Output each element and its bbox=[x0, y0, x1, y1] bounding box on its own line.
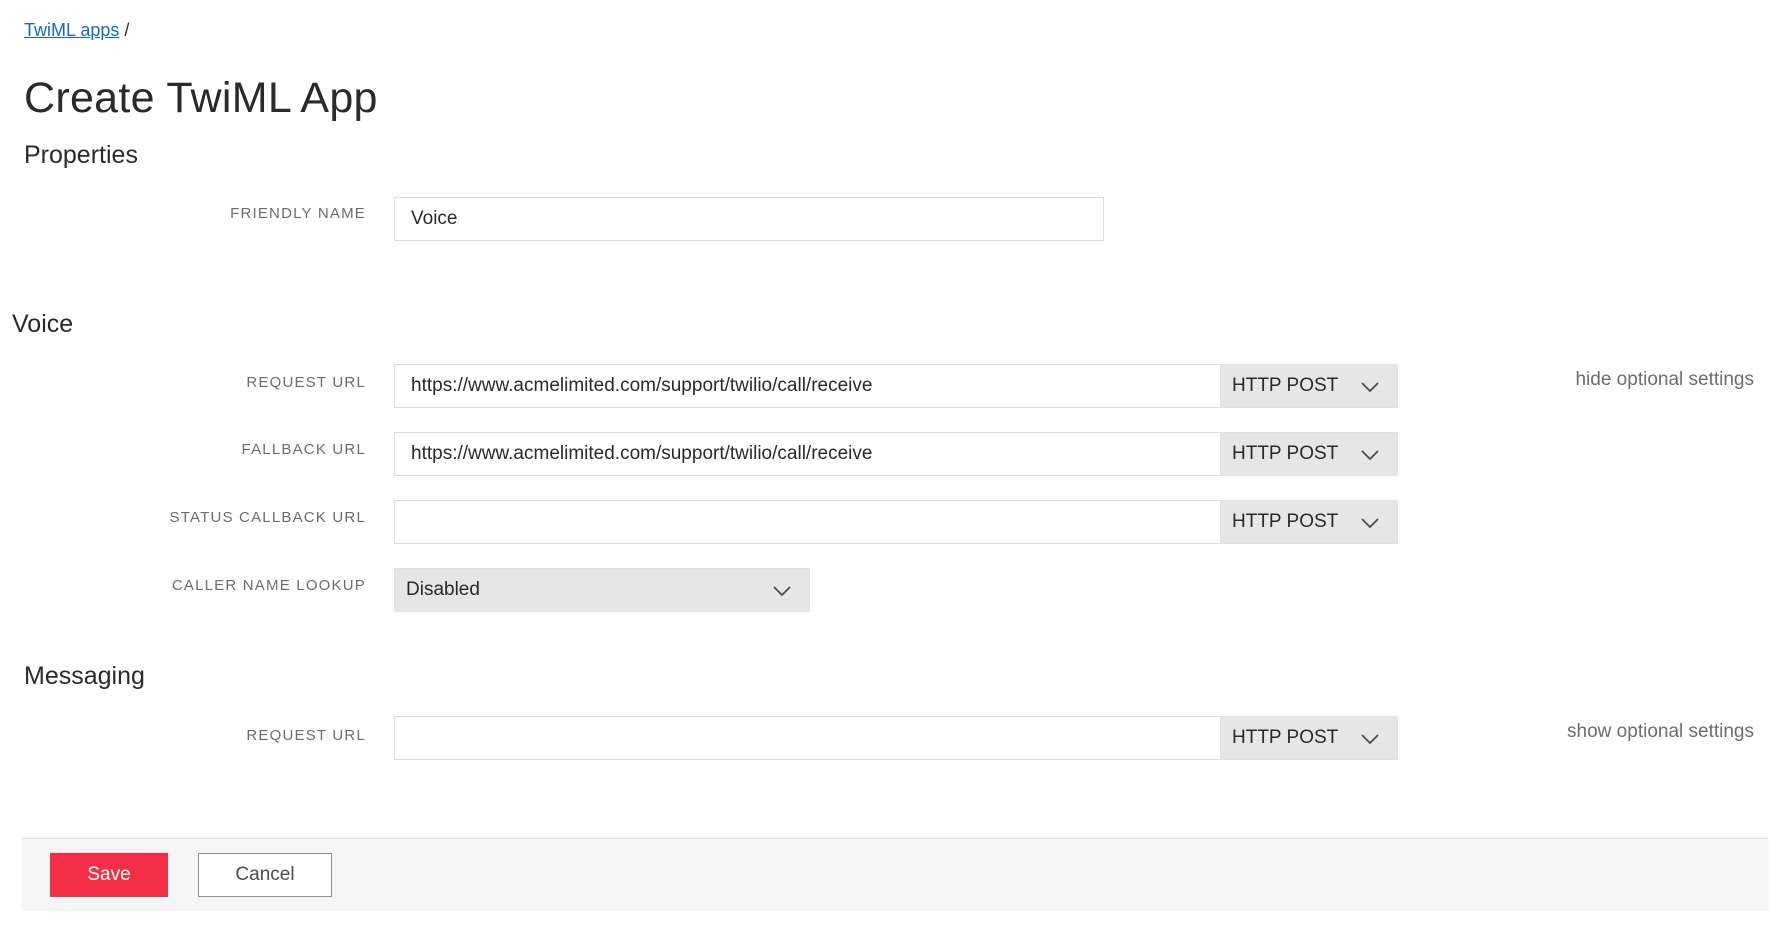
voice-status-callback-url-input[interactable] bbox=[394, 500, 1222, 544]
voice-fallback-method-value: HTTP POST bbox=[1232, 443, 1339, 464]
voice-status-callback-url-label: STATUS CALLBACK URL bbox=[169, 509, 366, 526]
footer-action-bar: Save Cancel bbox=[22, 838, 1768, 911]
friendly-name-label: FRIENDLY NAME bbox=[230, 205, 366, 222]
caller-name-lookup-select[interactable]: Disabled bbox=[394, 568, 810, 612]
section-title-messaging: Messaging bbox=[24, 662, 145, 690]
voice-request-url-label: REQUEST URL bbox=[246, 374, 366, 391]
breadcrumb: TwiML apps / bbox=[24, 20, 129, 41]
cancel-button[interactable]: Cancel bbox=[198, 853, 332, 897]
show-optional-settings-link[interactable]: show optional settings bbox=[1567, 721, 1754, 743]
voice-request-method-select[interactable]: HTTP POST bbox=[1220, 364, 1398, 408]
caller-name-lookup-label: CALLER NAME LOOKUP bbox=[171, 577, 366, 594]
hide-optional-settings-link[interactable]: hide optional settings bbox=[1575, 369, 1754, 391]
messaging-request-method-select[interactable]: HTTP POST bbox=[1220, 716, 1398, 760]
messaging-request-url-input[interactable] bbox=[394, 716, 1222, 760]
messaging-request-url-label: REQUEST URL bbox=[246, 727, 366, 744]
chevron-down-icon bbox=[1361, 518, 1379, 529]
caller-name-lookup-value: Disabled bbox=[406, 579, 480, 600]
voice-fallback-method-select[interactable]: HTTP POST bbox=[1220, 432, 1398, 476]
breadcrumb-separator: / bbox=[124, 20, 130, 40]
section-title-properties: Properties bbox=[24, 141, 138, 169]
section-title-voice: Voice bbox=[12, 310, 74, 338]
breadcrumb-link-twiml-apps[interactable]: TwiML apps bbox=[24, 20, 119, 40]
chevron-down-icon bbox=[773, 586, 791, 597]
chevron-down-icon bbox=[1361, 734, 1379, 745]
voice-request-method-value: HTTP POST bbox=[1232, 375, 1339, 396]
voice-fallback-url-input[interactable] bbox=[394, 432, 1222, 476]
create-twiml-app-page: TwiML apps / Create TwiML App Properties … bbox=[0, 0, 1782, 934]
friendly-name-input[interactable] bbox=[394, 197, 1104, 241]
voice-status-callback-method-select[interactable]: HTTP POST bbox=[1220, 500, 1398, 544]
voice-fallback-url-label: FALLBACK URL bbox=[241, 441, 366, 458]
voice-status-callback-method-value: HTTP POST bbox=[1232, 511, 1339, 532]
chevron-down-icon bbox=[1361, 450, 1379, 461]
messaging-request-method-value: HTTP POST bbox=[1232, 727, 1339, 748]
chevron-down-icon bbox=[1361, 382, 1379, 393]
page-title: Create TwiML App bbox=[24, 74, 378, 122]
voice-request-url-input[interactable] bbox=[394, 364, 1222, 408]
save-button[interactable]: Save bbox=[50, 853, 168, 897]
